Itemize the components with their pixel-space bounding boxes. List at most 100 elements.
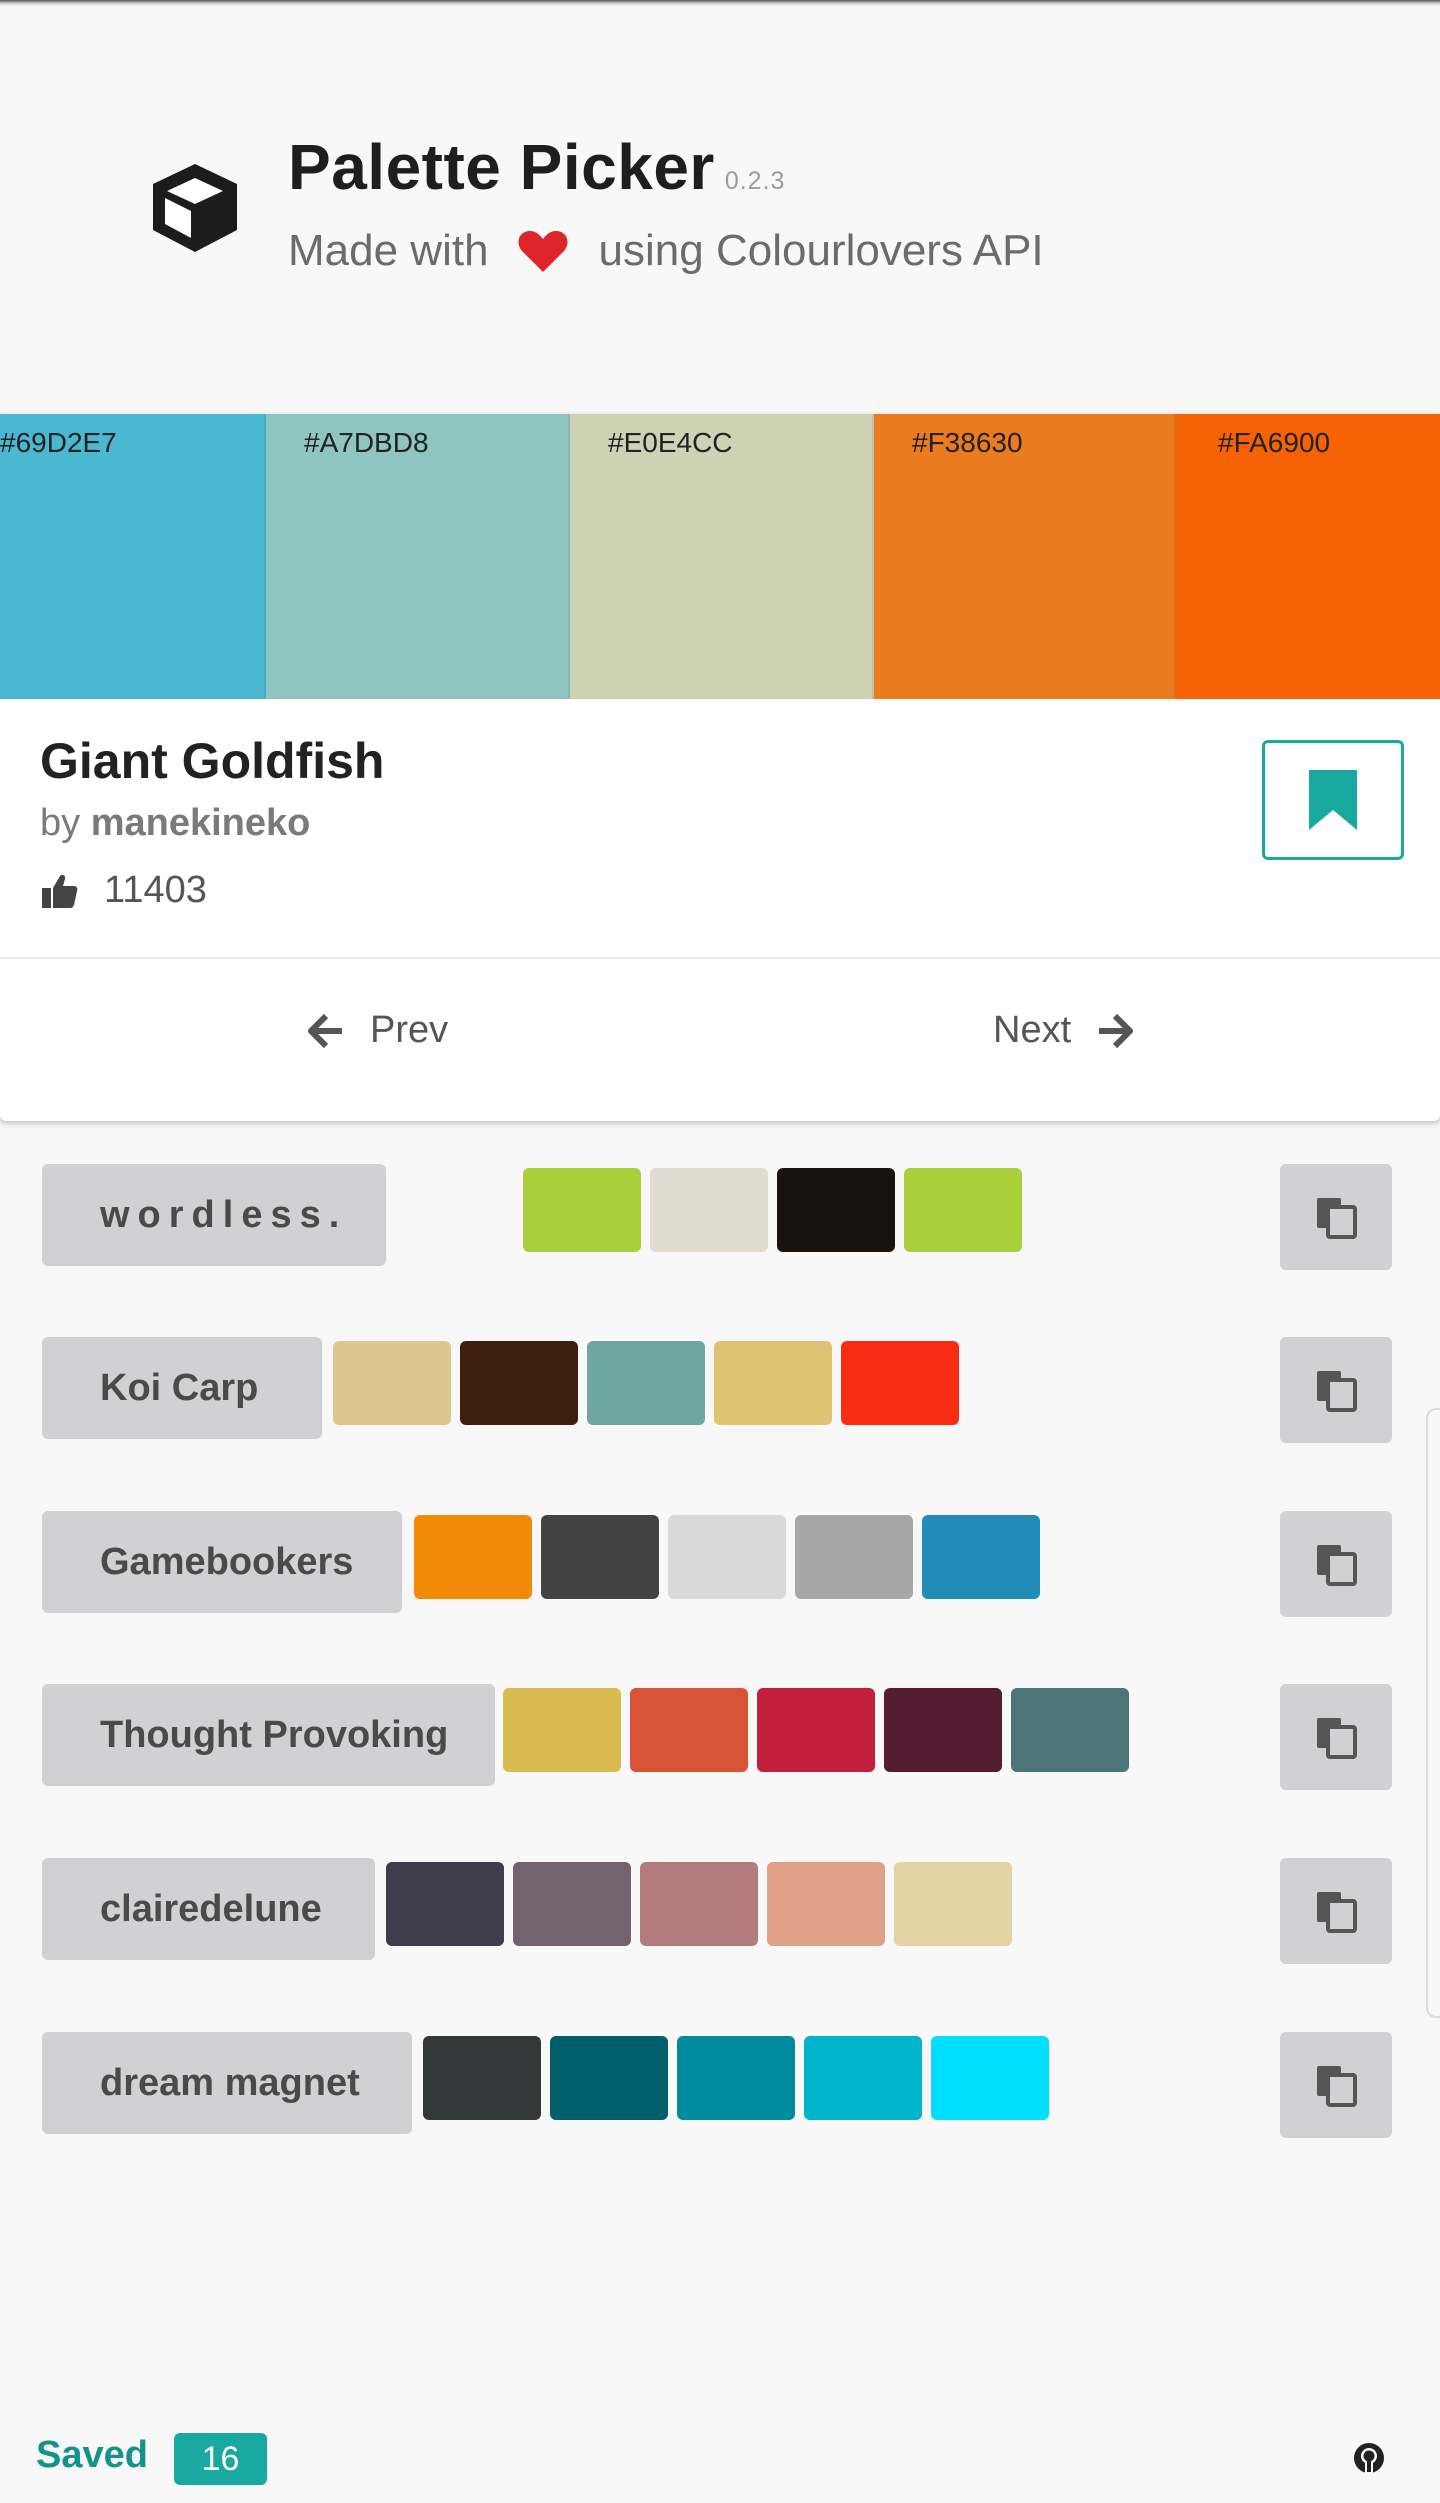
color-chip[interactable] [777,1168,895,1252]
palette-chips [333,1341,968,1425]
copy-button[interactable] [1280,1858,1392,1964]
palette-row: Gamebookers [42,1511,1392,1617]
color-chip[interactable] [668,1515,786,1599]
swatch[interactable]: #FA6900 [1176,414,1440,699]
next-button[interactable]: Next [993,1009,1134,1052]
likes-count: 11403 [104,869,207,911]
color-chip[interactable] [414,1515,532,1599]
palette-chips [523,1168,1031,1252]
palette-chips [414,1515,1049,1599]
copy-button[interactable] [1280,1164,1392,1270]
palette-row: Thought Provoking [42,1684,1392,1790]
arrow-right-icon [1099,1013,1134,1048]
palette-name-button[interactable]: dream magnet [42,2032,412,2134]
app-title: Palette Picker 0.2.3 [288,130,785,204]
palette-row: dream magnet [42,2032,1392,2138]
palette-author: by manekineko [40,802,310,845]
palette-chips [503,1688,1138,1772]
tagline-suffix: using Colourlovers API [598,226,1044,275]
palette-name-button[interactable]: Koi Carp [42,1337,322,1439]
saved-count-badge[interactable]: 16 [174,2433,267,2485]
color-chip[interactable] [894,1862,1012,1946]
color-chip[interactable] [650,1168,768,1252]
color-chip[interactable] [523,1168,641,1252]
github-icon[interactable] [1352,2441,1386,2475]
swatch[interactable]: #E0E4CC [570,414,874,699]
palette-row: clairedelune [42,1858,1392,1964]
heart-icon [518,231,568,272]
color-chip[interactable] [904,1168,1022,1252]
thumbs-up-icon [42,874,78,908]
color-chip[interactable] [922,1515,1040,1599]
app-header: Palette Picker 0.2.3 Made with using Colo… [145,130,1345,290]
saved-label[interactable]: Saved [36,2434,148,2477]
swatch-hex-label: #F38630 [912,427,1023,458]
tagline: Made with using Colourlovers API [288,226,1044,276]
copy-button[interactable] [1280,1511,1392,1617]
likes: 11403 [40,869,207,912]
color-chip[interactable] [767,1862,885,1946]
next-label: Next [993,1009,1072,1051]
color-chip[interactable] [333,1341,451,1425]
card-divider [0,957,1440,959]
prev-label: Prev [370,1009,449,1051]
color-chip[interactable] [677,2036,795,2120]
color-chip[interactable] [714,1341,832,1425]
app-version: 0.2.3 [724,167,786,195]
color-chip[interactable] [884,1688,1002,1772]
prev-button[interactable]: Prev [308,1009,448,1052]
copy-icon [1317,1198,1357,1239]
copy-button[interactable] [1280,1337,1392,1443]
swatch[interactable]: #A7DBD8 [266,414,570,699]
app-title-text: Palette Picker [288,131,715,203]
color-chip[interactable] [541,1515,659,1599]
palette-row: wordless. [42,1164,1392,1270]
cube-icon [153,164,237,252]
palette-chips [423,2036,1058,2120]
color-chip[interactable] [630,1688,748,1772]
color-chip[interactable] [931,2036,1049,2120]
bookmark-icon [1309,770,1357,830]
palette-title: Giant Goldfish [40,733,385,789]
copy-icon [1317,1545,1357,1586]
color-chip[interactable] [460,1341,578,1425]
swatch-hex-label: #69D2E7 [0,427,117,458]
swatch-hex-label: #E0E4CC [608,427,733,458]
color-chip[interactable] [513,1862,631,1946]
palette-name-button[interactable]: Thought Provoking [42,1684,495,1786]
color-chip[interactable] [503,1688,621,1772]
copy-button[interactable] [1280,1684,1392,1790]
copy-icon [1317,1718,1357,1759]
top-shadow [0,0,1440,6]
color-chip[interactable] [386,1862,504,1946]
palette-swatches: #69D2E7 #A7DBD8 #E0E4CC #F38630 #FA6900 [0,414,1440,699]
palette-row: Koi Carp [42,1337,1392,1443]
color-chip[interactable] [757,1688,875,1772]
swatch[interactable]: #69D2E7 [0,414,266,699]
palette-name-button[interactable]: clairedelune [42,1858,375,1960]
copy-icon [1317,1892,1357,1933]
palette-name-button[interactable]: wordless. [42,1164,386,1266]
color-chip[interactable] [587,1341,705,1425]
color-chip[interactable] [423,2036,541,2120]
current-palette-card: #69D2E7 #A7DBD8 #E0E4CC #F38630 #FA6900 … [0,414,1440,1121]
color-chip[interactable] [640,1862,758,1946]
color-chip[interactable] [1011,1688,1129,1772]
palette-chips [386,1862,1021,1946]
author-name[interactable]: manekineko [91,802,311,844]
swatch-hex-label: #FA6900 [1218,427,1331,458]
arrow-left-icon [308,1013,342,1048]
color-chip[interactable] [795,1515,913,1599]
color-chip[interactable] [804,2036,922,2120]
bookmark-button[interactable] [1262,740,1404,860]
swatch-hex-label: #A7DBD8 [304,427,429,458]
color-chip[interactable] [550,2036,668,2120]
palette-name-button[interactable]: Gamebookers [42,1511,402,1613]
color-chip[interactable] [841,1341,959,1425]
swatch[interactable]: #F38630 [874,414,1176,699]
author-prefix: by [40,802,81,844]
tagline-prefix: Made with [288,226,489,275]
scrollbar[interactable] [1426,1408,1440,2018]
copy-button[interactable] [1280,2032,1392,2138]
copy-icon [1317,2066,1357,2107]
